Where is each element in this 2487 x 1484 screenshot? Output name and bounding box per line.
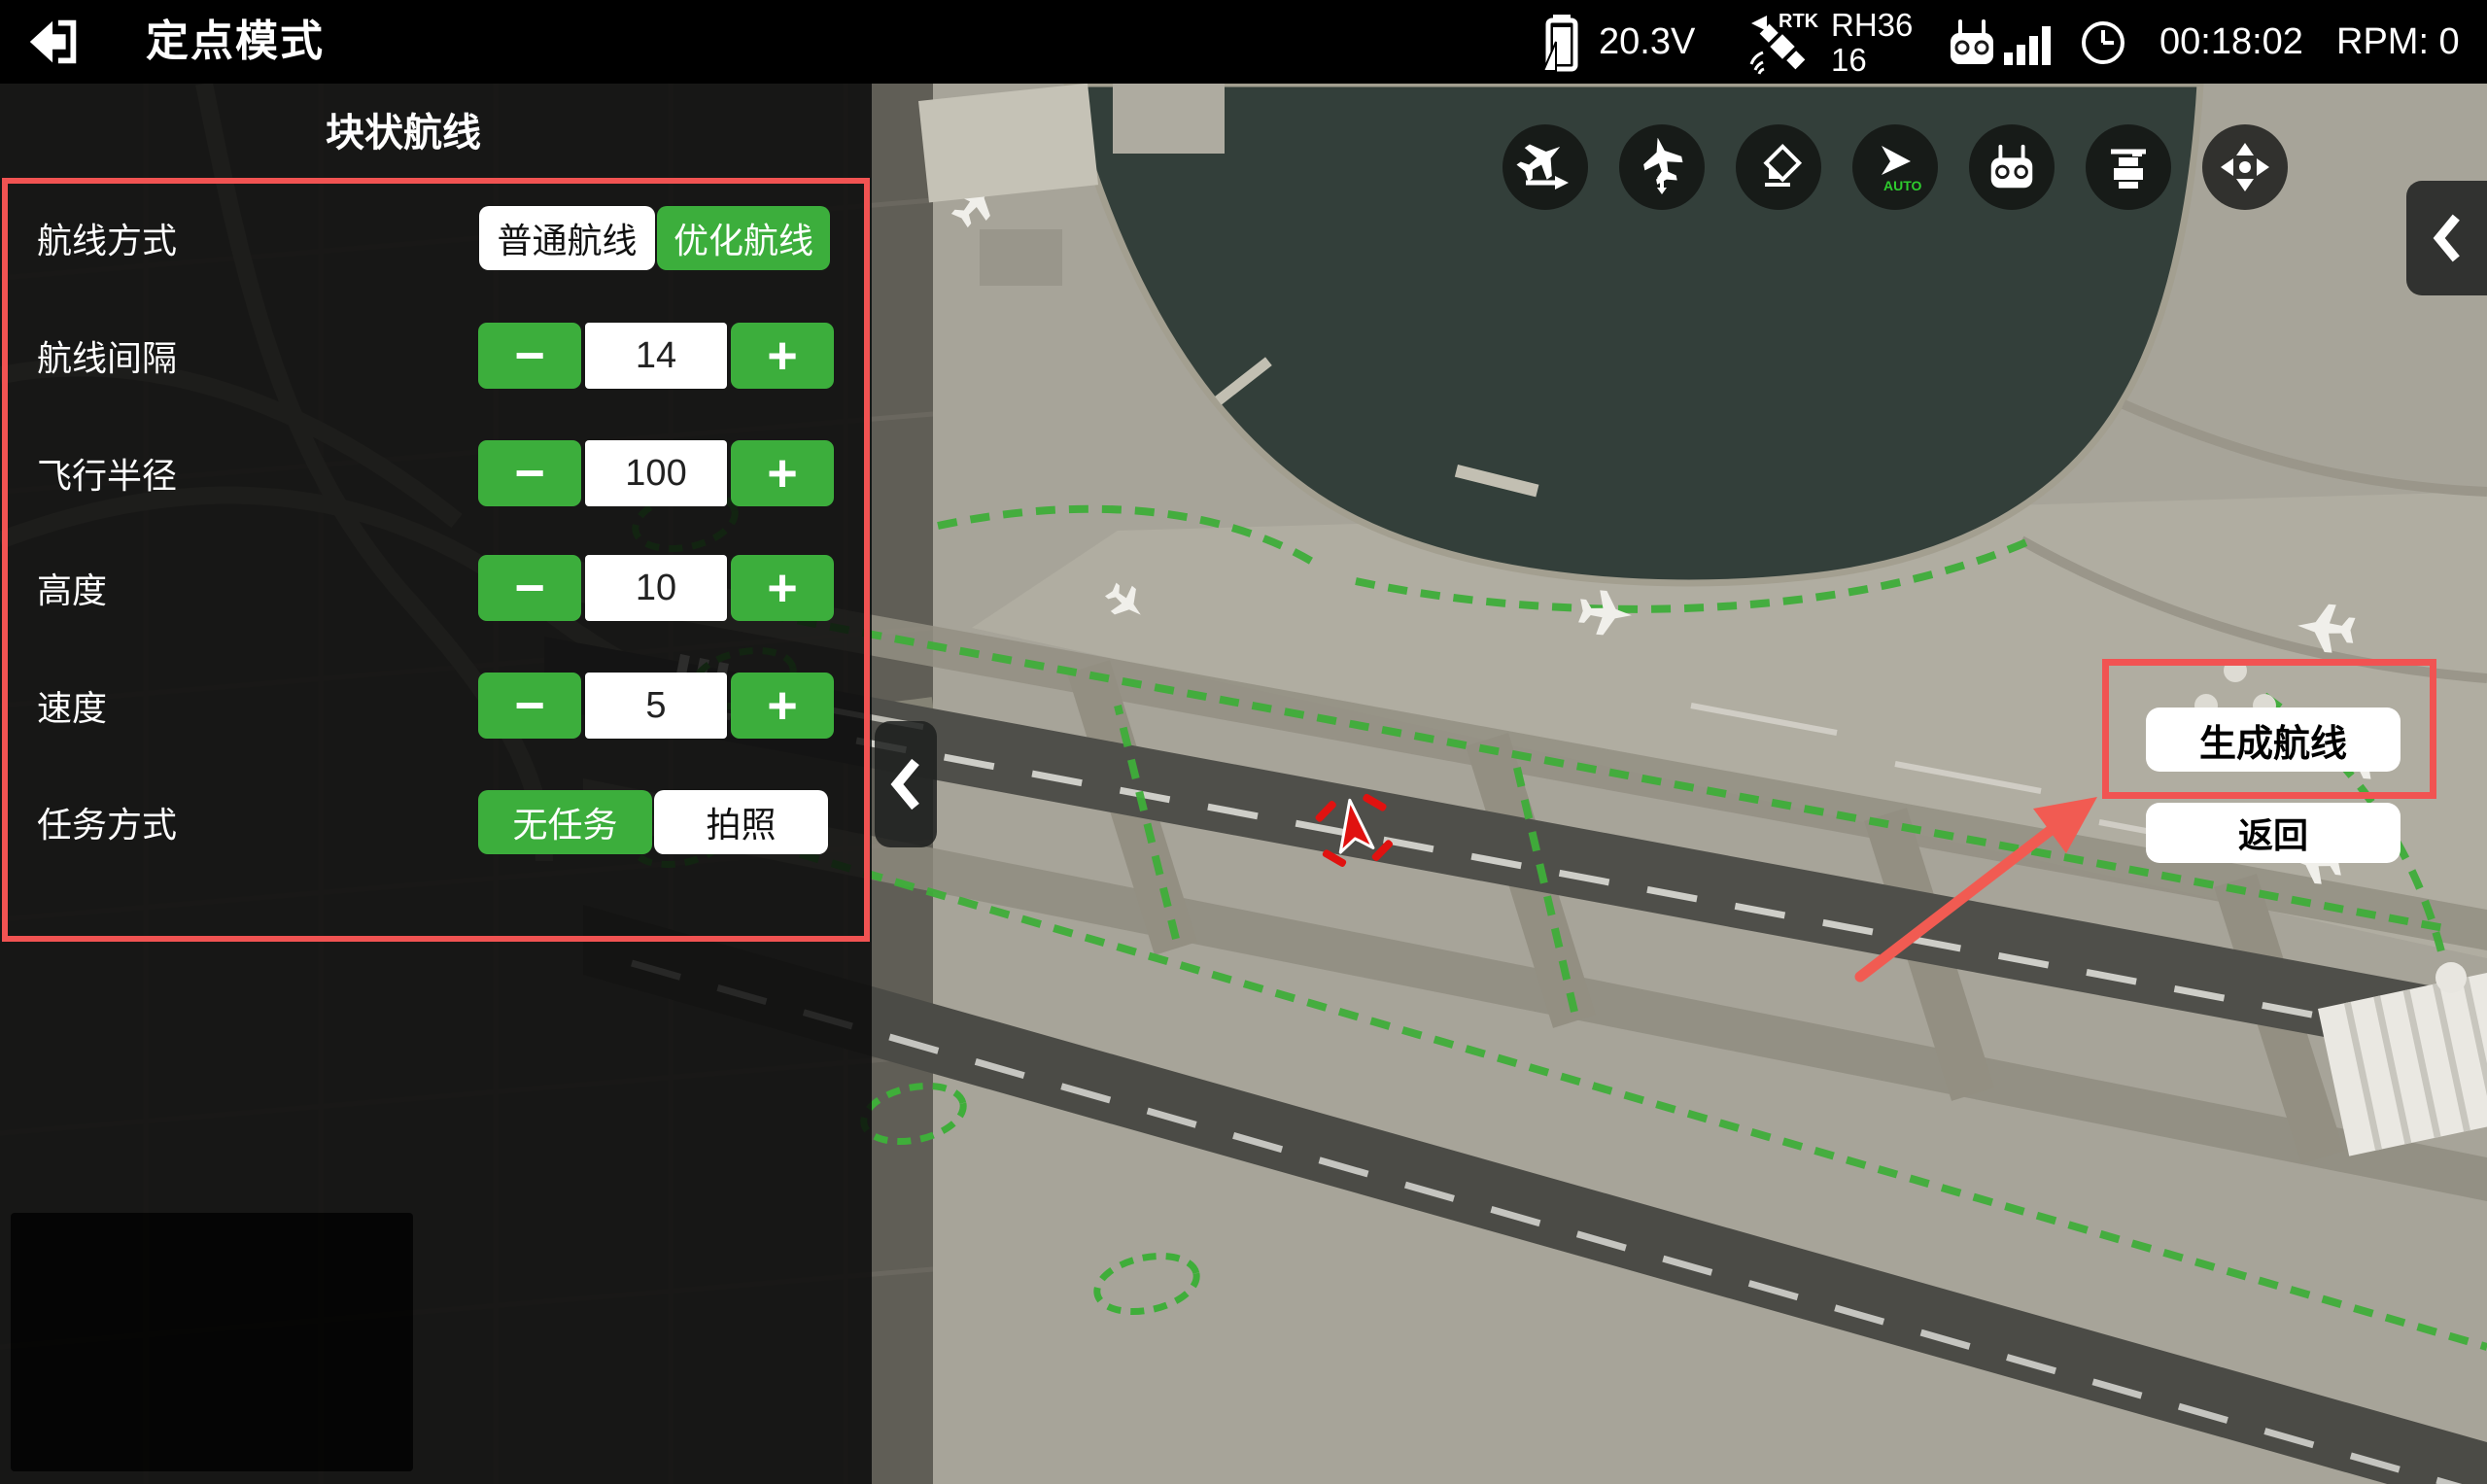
- pan-move-button[interactable]: [2202, 124, 2288, 210]
- remote-controller-toolbar-icon: [1985, 140, 2039, 194]
- remote-controller-button[interactable]: [1969, 124, 2055, 210]
- flight-time: 00:18:02: [2159, 0, 2303, 84]
- rtk-status: RH36 16: [1831, 8, 1913, 78]
- speed-value[interactable]: 5: [585, 673, 727, 739]
- plane-landing-button[interactable]: [1503, 124, 1588, 210]
- back-icon: [24, 12, 85, 72]
- panel-title: 块状航线: [0, 101, 807, 157]
- flight-mode-label: 定点模式: [146, 0, 325, 84]
- route-mode-label: 航线方式: [37, 206, 177, 270]
- eraser-icon: [1749, 138, 1808, 196]
- eraser-button[interactable]: [1736, 124, 1821, 210]
- plane-altitude-icon: [1633, 138, 1691, 196]
- speed-minus-button[interactable]: −: [478, 673, 581, 739]
- interval-plus-button[interactable]: +: [731, 323, 834, 389]
- altitude-plus-button[interactable]: +: [731, 555, 834, 621]
- route-mode-optimized-button[interactable]: 优化航线: [657, 206, 830, 270]
- plane-altitude-button[interactable]: [1619, 124, 1705, 210]
- altitude-minus-button[interactable]: −: [478, 555, 581, 621]
- signal-bars-icon: [2004, 21, 2055, 66]
- auto-label: AUTO: [1883, 178, 1922, 193]
- sidebar-expand-tab[interactable]: [2406, 181, 2487, 295]
- panel-collapse-tab[interactable]: [875, 721, 937, 847]
- altitude-label: 高度: [37, 555, 107, 621]
- rpm-readout: RPM: 0: [2336, 0, 2460, 84]
- back-button[interactable]: [0, 0, 108, 84]
- battery-icon: [1541, 13, 1584, 73]
- battery-voltage: 20.3V: [1599, 0, 1695, 84]
- drone-ground-station-app: 定点模式 20.3V RTK: [0, 0, 2487, 1484]
- speed-plus-button[interactable]: +: [731, 673, 834, 739]
- route-mode-normal-button[interactable]: 普通航线: [479, 206, 655, 270]
- drone-position-marker: [1305, 780, 1402, 878]
- interval-minus-button[interactable]: −: [478, 323, 581, 389]
- radius-plus-button[interactable]: +: [731, 440, 834, 506]
- interval-value[interactable]: 14: [585, 323, 727, 389]
- chevron-left-icon: [889, 757, 922, 811]
- gimbal-icon: [2099, 138, 2158, 196]
- return-button[interactable]: 返回: [2146, 803, 2401, 863]
- mission-photo-button[interactable]: 拍照: [654, 790, 828, 854]
- radius-label: 飞行半径: [37, 440, 177, 506]
- altitude-value[interactable]: 10: [585, 555, 727, 621]
- speed-label: 速度: [37, 673, 107, 739]
- radius-value[interactable]: 100: [585, 440, 727, 506]
- mission-none-button[interactable]: 无任务: [478, 790, 652, 854]
- clock-icon: [2080, 19, 2126, 66]
- chevron-left-icon: [2432, 213, 2463, 263]
- video-feed-placeholder[interactable]: [11, 1213, 413, 1471]
- auto-navigation-icon: AUTO: [1864, 136, 1926, 198]
- top-status-bar: 定点模式 20.3V RTK: [0, 0, 2487, 84]
- radius-minus-button[interactable]: −: [478, 440, 581, 506]
- auto-navigation-button[interactable]: AUTO: [1852, 124, 1938, 210]
- remote-controller-icon: [1944, 17, 2000, 68]
- generate-route-button[interactable]: 生成航线: [2146, 707, 2401, 772]
- gimbal-button[interactable]: [2086, 124, 2171, 210]
- rtk-badge-text: RTK: [1779, 11, 1819, 32]
- rtk-satellite-icon: RTK: [1745, 10, 1823, 76]
- plane-landing-icon: [1516, 138, 1574, 196]
- pan-move-icon: [2215, 137, 2275, 197]
- interval-label: 航线间隔: [37, 323, 177, 389]
- mission-mode-label: 任务方式: [37, 790, 177, 854]
